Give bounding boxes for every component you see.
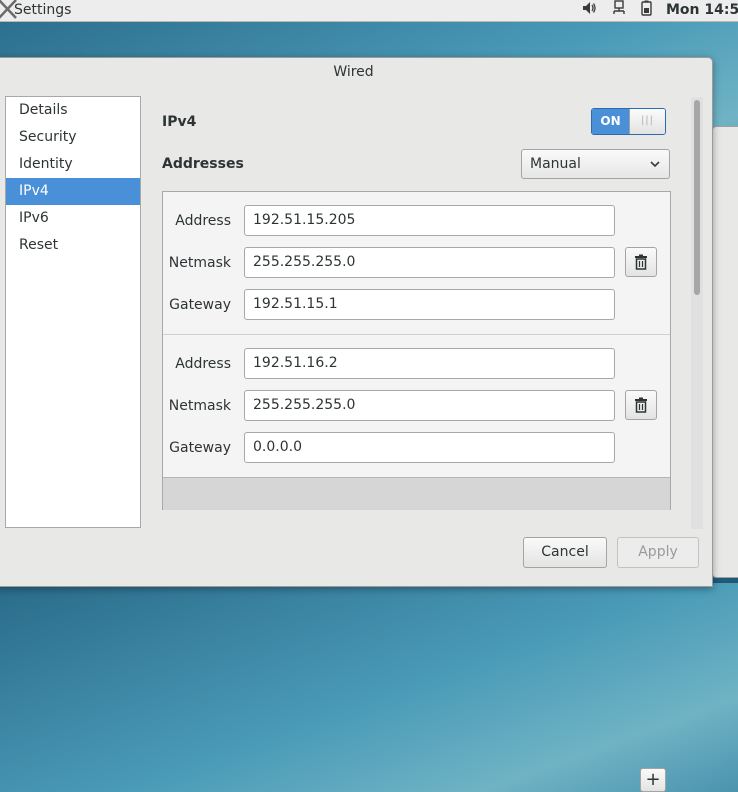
netmask-input[interactable]: 255.255.255.0 <box>244 247 615 278</box>
dialog-title: Wired <box>333 64 374 80</box>
addresses-method-dropdown[interactable]: Manual <box>521 149 670 179</box>
app-menu-title[interactable]: Settings <box>14 2 71 18</box>
scrollbar[interactable] <box>691 97 703 529</box>
address-separator <box>163 334 670 335</box>
trash-icon <box>635 397 647 413</box>
netmask-label: Netmask <box>168 398 231 414</box>
dropdown-value: Manual <box>530 156 581 172</box>
sidebar-item-security[interactable]: Security <box>6 124 140 151</box>
addresses-toolbar: + <box>163 477 670 792</box>
sidebar-item-identity[interactable]: Identity <box>6 151 140 178</box>
gateway-input[interactable]: 192.51.15.1 <box>244 289 615 320</box>
apply-button[interactable]: Apply <box>617 537 699 568</box>
address-label: Address <box>175 213 231 229</box>
ipv4-label: IPv4 <box>162 114 197 130</box>
delete-address-button[interactable] <box>625 390 657 420</box>
address-input[interactable]: 192.51.15.205 <box>244 205 615 236</box>
address-input[interactable]: 192.51.16.2 <box>244 348 615 379</box>
cancel-button[interactable]: Cancel <box>523 537 607 568</box>
scrollbar-thumb[interactable] <box>694 100 700 295</box>
sidebar-item-reset[interactable]: Reset <box>6 232 140 259</box>
network-icon[interactable] <box>611 0 627 16</box>
netmask-input[interactable]: 255.255.255.0 <box>244 390 615 421</box>
sidebar-item-details[interactable]: Details <box>6 97 140 124</box>
address-label: Address <box>175 356 231 372</box>
wired-settings-dialog: Wired Details Security Identity IPv4 IPv… <box>0 57 713 792</box>
add-address-button[interactable]: + <box>640 768 666 792</box>
addresses-list: Address 192.51.15.205 Netmask 255.255.25… <box>162 191 671 792</box>
addresses-label: Addresses <box>162 156 244 172</box>
ipv4-switch[interactable]: ON ||| <box>591 108 666 135</box>
gateway-input[interactable]: 0.0.0.0 <box>244 432 615 463</box>
sidebar-item-ipv6[interactable]: IPv6 <box>6 205 140 232</box>
sidebar: Details Security Identity IPv4 IPv6 Rese… <box>5 96 141 528</box>
trash-icon <box>635 254 647 270</box>
volume-icon[interactable] <box>581 0 597 16</box>
sidebar-item-ipv4[interactable]: IPv4 <box>6 178 140 205</box>
gateway-label: Gateway <box>169 440 231 456</box>
switch-on-label: ON <box>592 109 629 134</box>
clock[interactable]: Mon 14:55 <box>666 2 738 18</box>
background-window <box>712 126 738 578</box>
gateway-label: Gateway <box>169 297 231 313</box>
top-panel: Settings Mon 14:55 <box>0 0 738 22</box>
switch-knob[interactable]: ||| <box>629 109 665 134</box>
chevron-down-icon <box>650 161 660 168</box>
delete-address-button[interactable] <box>625 247 657 277</box>
battery-icon[interactable] <box>638 0 654 16</box>
netmask-label: Netmask <box>168 255 231 271</box>
